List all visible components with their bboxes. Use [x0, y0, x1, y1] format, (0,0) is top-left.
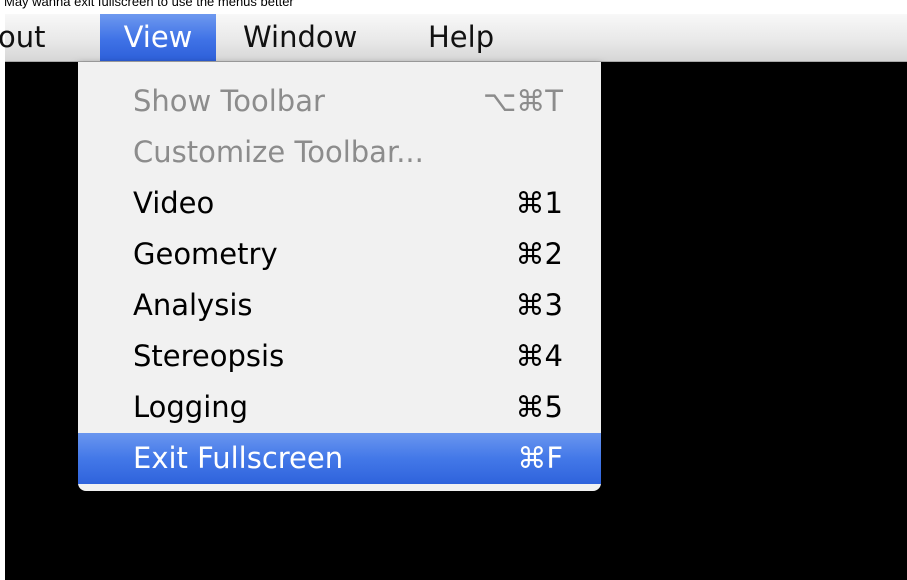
menu-item-customize-toolbar[interactable]: Customize Toolbar... — [78, 127, 601, 178]
menu-item-geometry[interactable]: Geometry ⌘2 — [78, 229, 601, 280]
menubar-item-view[interactable]: View — [100, 14, 216, 61]
menu-item-analysis[interactable]: Analysis ⌘3 — [78, 280, 601, 331]
menu-item-shortcut: ⌘4 — [515, 339, 563, 373]
menubar-item-about[interactable]: out — [0, 14, 46, 61]
menu-item-shortcut: ⌘5 — [515, 390, 563, 424]
view-menu-dropdown: Show Toolbar ⌥⌘T Customize Toolbar... Vi… — [78, 62, 601, 491]
menu-item-label: Logging — [133, 390, 249, 424]
caption-text: May wanna exit fullscreen to use the men… — [4, 0, 294, 9]
menu-item-label: Customize Toolbar... — [133, 135, 424, 169]
menu-item-stereopsis[interactable]: Stereopsis ⌘4 — [78, 331, 601, 382]
menu-item-video[interactable]: Video ⌘1 — [78, 178, 601, 229]
menu-item-show-toolbar[interactable]: Show Toolbar ⌥⌘T — [78, 76, 601, 127]
screenshot: May wanna exit fullscreen to use the men… — [0, 0, 907, 580]
menu-item-label: Exit Fullscreen — [133, 441, 344, 475]
menu-item-shortcut: ⌘F — [517, 441, 563, 475]
menu-item-shortcut: ⌘3 — [515, 288, 563, 322]
menubar-item-window[interactable]: Window — [229, 14, 371, 61]
menu-item-label: Show Toolbar — [133, 84, 325, 118]
menu-item-shortcut: ⌘1 — [515, 186, 563, 220]
menu-item-logging[interactable]: Logging ⌘5 — [78, 382, 601, 433]
menu-item-label: Video — [133, 186, 215, 220]
menu-item-label: Geometry — [133, 237, 278, 271]
menu-item-shortcut: ⌥⌘T — [482, 84, 563, 118]
menu-item-label: Stereopsis — [133, 339, 285, 373]
menu-bar: out View Window Help — [0, 14, 907, 62]
menu-item-exit-fullscreen[interactable]: Exit Fullscreen ⌘F — [78, 433, 601, 484]
menubar-item-help[interactable]: Help — [414, 14, 508, 61]
menu-item-label: Analysis — [133, 288, 253, 322]
menu-item-shortcut: ⌘2 — [515, 237, 563, 271]
left-edge — [0, 0, 5, 580]
